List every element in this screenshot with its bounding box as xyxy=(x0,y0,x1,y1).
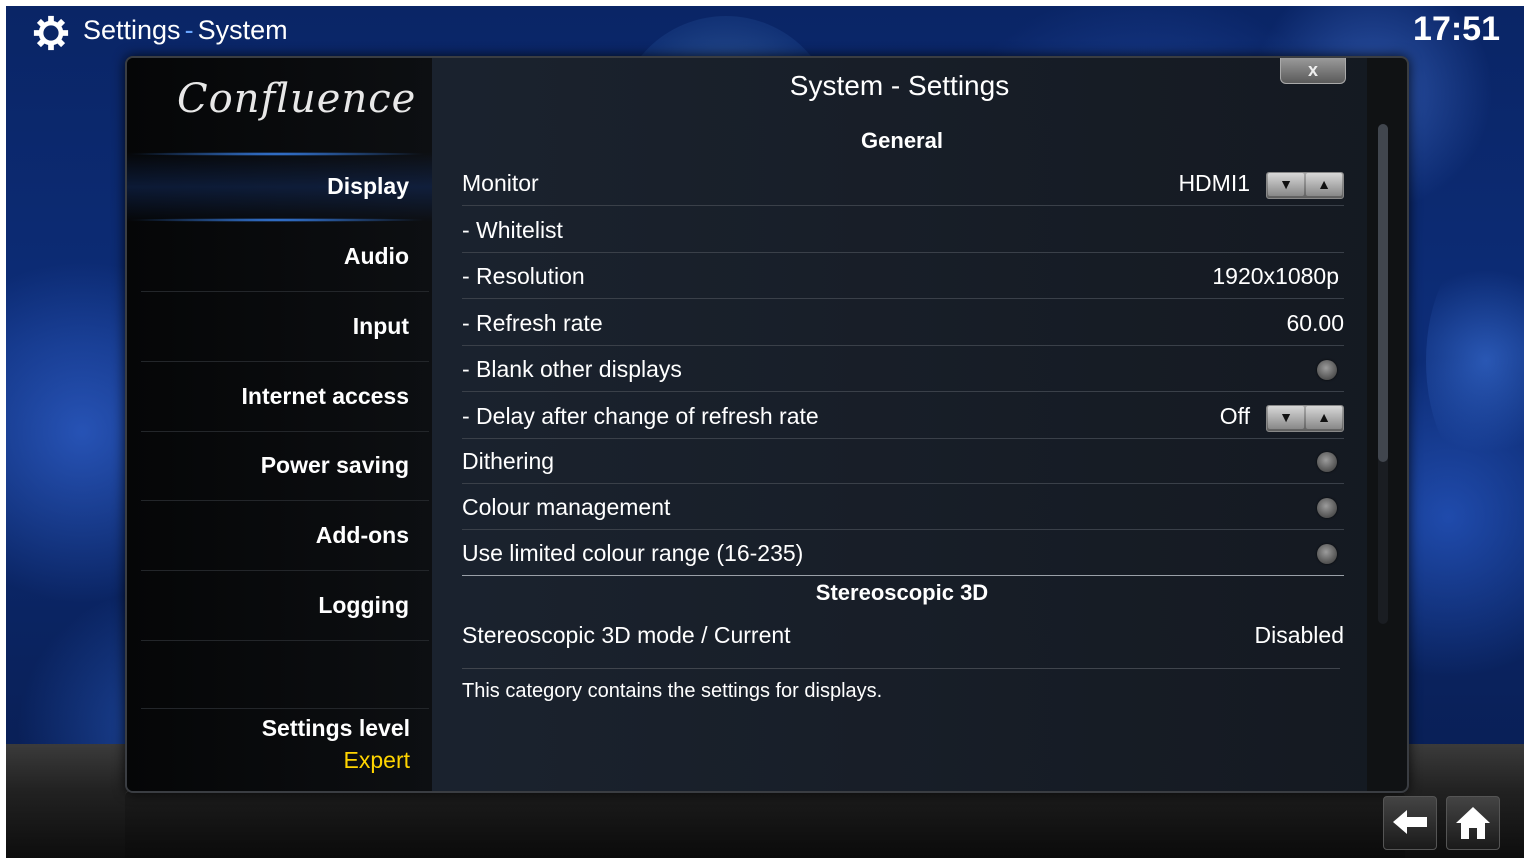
breadcrumb-section: Settings xyxy=(83,15,181,45)
setting-label: Stereoscopic 3D mode / Current xyxy=(462,622,791,648)
divider xyxy=(462,205,1344,206)
divider xyxy=(462,298,1344,299)
arrow-up-icon[interactable]: ▲ xyxy=(1306,173,1342,196)
setting-label: - Delay after change of refresh rate xyxy=(462,403,819,429)
setting-label: - Resolution xyxy=(462,263,585,289)
setting-label: Dithering xyxy=(462,448,555,474)
setting-value: Off xyxy=(1219,403,1250,429)
sidebar-item-add-ons[interactable]: Add-ons xyxy=(137,522,409,549)
setting-value: Disabled xyxy=(1254,622,1345,648)
sidebar-item-power-saving[interactable]: Power saving xyxy=(137,452,409,479)
close-button[interactable]: x xyxy=(1280,58,1346,84)
home-button[interactable] xyxy=(1446,796,1500,850)
sidebar-item-internet-access[interactable]: Internet access xyxy=(137,383,409,410)
divider xyxy=(141,500,429,501)
back-arrow-icon xyxy=(1393,810,1427,834)
setting-value: 60.00 xyxy=(1286,310,1344,336)
breadcrumb-separator: - xyxy=(184,15,194,45)
scrollbar-thumb[interactable] xyxy=(1378,124,1388,462)
setting-monitor[interactable]: Monitor HDMI1 ▼ ▲ xyxy=(462,160,1344,206)
setting-label: Use limited colour range (16-235) xyxy=(462,540,804,566)
divider xyxy=(141,291,429,292)
settings-level-label[interactable]: Settings level xyxy=(262,715,410,742)
category-sidebar: Confluence Display Audio Input Internet … xyxy=(127,58,432,791)
breadcrumb-page: System xyxy=(197,15,288,45)
setting-delay-refresh[interactable]: - Delay after change of refresh rate Off… xyxy=(462,393,1344,439)
divider xyxy=(141,361,429,362)
setting-resolution[interactable]: - Resolution 1920x1080p xyxy=(462,253,1344,299)
background: Settings - System 17:51 Confluence Display… xyxy=(6,6,1524,858)
arrow-up-icon[interactable]: ▲ xyxy=(1306,406,1342,429)
radio-toggle[interactable] xyxy=(1317,498,1337,518)
section-header-stereoscopic: Stereoscopic 3D xyxy=(815,580,989,605)
setting-label: - Whitelist xyxy=(462,217,563,243)
divider xyxy=(462,391,1344,392)
close-icon: x xyxy=(1307,60,1318,80)
setting-colour-management[interactable]: Colour management xyxy=(462,484,1344,530)
breadcrumb: Settings - System xyxy=(83,15,288,46)
setting-refresh-rate[interactable]: - Refresh rate 60.00 xyxy=(462,300,1344,346)
settings-level-value[interactable]: Expert xyxy=(344,747,410,774)
divider xyxy=(141,640,429,641)
delay-spinner[interactable]: ▼ ▲ xyxy=(1266,405,1344,432)
gear-icon xyxy=(33,15,69,51)
settings-content: System - Settings General Monitor HDMI1 … xyxy=(432,58,1367,791)
arrow-down-icon[interactable]: ▼ xyxy=(1268,406,1304,429)
radio-toggle[interactable] xyxy=(1317,544,1337,564)
sidebar-item-audio[interactable]: Audio xyxy=(137,243,409,270)
setting-limited-colour-range[interactable]: Use limited colour range (16-235) xyxy=(462,530,1344,576)
arrow-down-icon[interactable]: ▼ xyxy=(1268,173,1304,196)
divider xyxy=(462,668,1340,669)
sidebar-item-display[interactable]: Display xyxy=(137,173,409,200)
setting-blank-other-displays[interactable]: - Blank other displays xyxy=(462,346,1344,392)
setting-label: Monitor xyxy=(462,170,539,196)
divider xyxy=(141,570,429,571)
top-bar: Settings - System 17:51 xyxy=(6,6,1524,56)
setting-value: HDMI1 xyxy=(1178,170,1250,196)
divider xyxy=(141,708,429,709)
dialog-title: System - Settings xyxy=(789,70,1010,101)
setting-value: 1920x1080p xyxy=(1212,263,1339,289)
divider xyxy=(141,431,429,432)
monitor-spinner[interactable]: ▼ ▲ xyxy=(1266,172,1344,199)
divider xyxy=(462,575,1344,576)
sidebar-item-input[interactable]: Input xyxy=(137,313,409,340)
setting-label: - Refresh rate xyxy=(462,310,603,336)
home-icon xyxy=(1456,807,1490,839)
setting-label: Colour management xyxy=(462,494,671,520)
scrollbar[interactable] xyxy=(1378,124,1388,624)
back-button[interactable] xyxy=(1383,796,1437,850)
sidebar-item-logging[interactable]: Logging xyxy=(137,592,409,619)
radio-toggle[interactable] xyxy=(1317,452,1337,472)
category-description: This category contains the settings for … xyxy=(462,680,883,702)
setting-stereoscopic-mode[interactable]: Stereoscopic 3D mode / Current Disabled xyxy=(462,612,1344,648)
settings-list: General Monitor HDMI1 ▼ ▲ - Whitelist - … xyxy=(432,118,1367,648)
section-header-general: General xyxy=(861,128,943,153)
bottom-panel xyxy=(125,790,1405,858)
radio-toggle[interactable] xyxy=(1317,360,1337,380)
setting-label: - Blank other displays xyxy=(462,356,682,382)
settings-dialog: Confluence Display Audio Input Internet … xyxy=(125,56,1409,793)
clock: 17:51 xyxy=(1413,10,1500,48)
setting-dithering[interactable]: Dithering xyxy=(462,438,1344,484)
setting-whitelist[interactable]: - Whitelist xyxy=(462,207,1344,253)
confluence-logo: Confluence xyxy=(177,76,417,122)
